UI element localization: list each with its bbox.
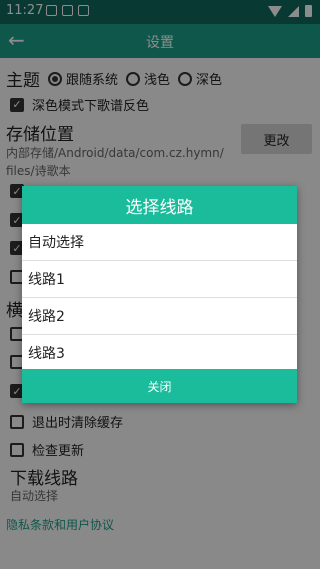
- route-option-auto[interactable]: 自动选择: [22, 224, 297, 261]
- select-route-dialog: 选择线路 自动选择 线路1 线路2 线路3 关闭: [22, 186, 297, 403]
- dialog-close-button[interactable]: 关闭: [22, 369, 297, 403]
- route-option-2[interactable]: 线路2: [22, 298, 297, 335]
- route-option-3[interactable]: 线路3: [22, 335, 297, 372]
- dialog-title: 选择线路: [22, 186, 297, 224]
- route-option-1[interactable]: 线路1: [22, 261, 297, 298]
